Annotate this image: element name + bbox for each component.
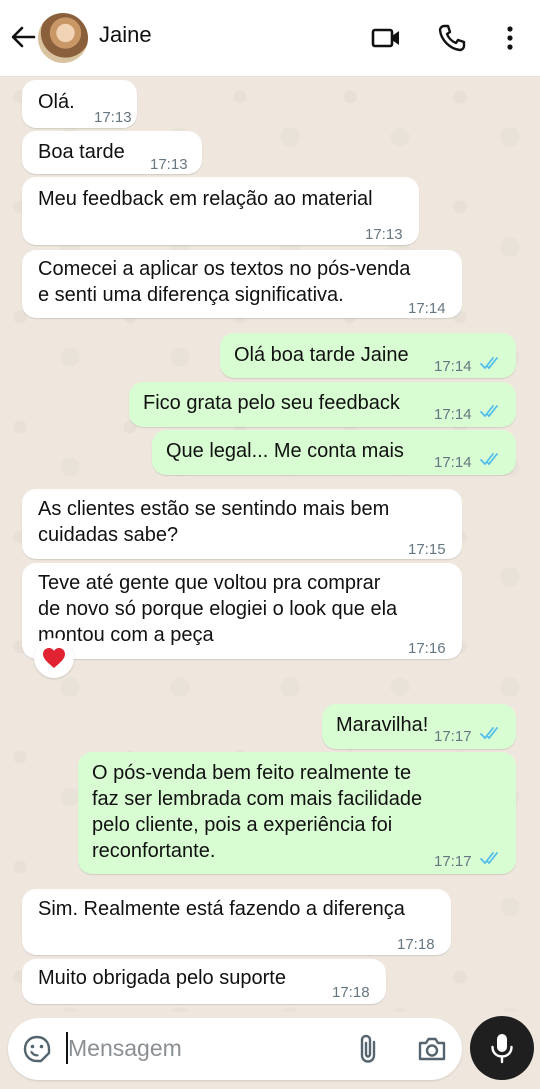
message-text: Muito obrigada pelo suporte	[38, 967, 286, 989]
more-options-icon[interactable]	[494, 22, 526, 54]
message-outgoing[interactable]: Que legal... Me conta mais 17:14	[152, 430, 516, 475]
message-composer: Mensagem	[8, 1018, 462, 1080]
voice-message-button[interactable]	[470, 1016, 534, 1080]
attach-icon[interactable]	[355, 1033, 381, 1065]
message-incoming[interactable]: Olá. 17:13	[22, 80, 137, 128]
contact-name[interactable]: Jaine	[99, 22, 152, 48]
message-incoming[interactable]: Sim. Realmente está fazendo a diferença …	[22, 889, 451, 955]
message-text: Sim. Realmente está fazendo a diferença	[38, 898, 405, 920]
message-outgoing[interactable]: O pós-venda bem feito realmente te faz s…	[78, 752, 516, 874]
message-outgoing[interactable]: Olá boa tarde Jaine 17:14	[220, 333, 516, 378]
camera-icon[interactable]	[416, 1034, 448, 1064]
message-incoming[interactable]: As clientes estão se sentindo mais bem c…	[22, 489, 462, 559]
read-receipt-icon	[480, 357, 498, 370]
message-time: 17:13	[150, 156, 188, 173]
message-text: Meu feedback em relação ao material	[38, 188, 373, 210]
avatar[interactable]	[38, 13, 88, 63]
message-time: 17:18	[332, 984, 370, 1001]
message-time: 17:17	[434, 853, 472, 870]
read-receipt-icon	[480, 852, 498, 865]
message-incoming[interactable]: Muito obrigada pelo suporte 17:18	[22, 959, 386, 1004]
message-time: 17:17	[434, 728, 472, 745]
video-call-icon[interactable]	[370, 22, 402, 54]
back-arrow-icon[interactable]	[8, 22, 38, 52]
phone-call-icon[interactable]	[436, 22, 468, 54]
message-text: O pós-venda bem feito realmente te faz s…	[92, 762, 423, 862]
heart-icon	[43, 648, 65, 668]
message-time: 17:14	[434, 406, 472, 423]
message-time: 17:14	[434, 454, 472, 471]
mic-icon	[491, 1034, 513, 1064]
message-incoming[interactable]: Meu feedback em relação ao material 17:1…	[22, 177, 419, 245]
message-time: 17:14	[434, 358, 472, 375]
message-text: Olá.	[38, 91, 75, 113]
message-text: Boa tarde	[38, 141, 125, 163]
message-incoming[interactable]: Teve até gente que voltou pra comprar de…	[22, 563, 462, 659]
message-incoming[interactable]: Comecei a aplicar os textos no pós-venda…	[22, 250, 462, 318]
message-time: 17:14	[408, 300, 446, 317]
message-outgoing[interactable]: Fico grata pelo seu feedback 17:14	[129, 382, 516, 427]
message-time: 17:18	[397, 936, 435, 953]
message-text: Teve até gente que voltou pra comprar de…	[38, 572, 398, 646]
chat-header: Jaine	[0, 0, 540, 77]
read-receipt-icon	[480, 453, 498, 466]
message-time: 17:15	[408, 541, 446, 558]
message-text: Fico grata pelo seu feedback	[143, 392, 400, 414]
read-receipt-icon	[480, 405, 498, 418]
message-text: Que legal... Me conta mais	[166, 440, 404, 462]
message-time: 17:13	[94, 109, 132, 126]
message-time: 17:13	[365, 226, 403, 243]
message-text: As clientes estão se sentindo mais bem c…	[38, 498, 390, 546]
reaction-heart[interactable]	[34, 638, 74, 678]
message-incoming[interactable]: Boa tarde 17:13	[22, 131, 202, 174]
read-receipt-icon	[480, 727, 498, 740]
message-input[interactable]: Mensagem	[68, 1035, 182, 1062]
sticker-icon[interactable]	[22, 1034, 52, 1064]
message-text: Maravilha!	[336, 714, 429, 736]
message-outgoing[interactable]: Maravilha! 17:17	[322, 704, 516, 749]
message-text: Olá boa tarde Jaine	[234, 344, 409, 366]
message-text: Comecei a aplicar os textos no pós-venda…	[38, 258, 411, 306]
message-time: 17:16	[408, 640, 446, 657]
